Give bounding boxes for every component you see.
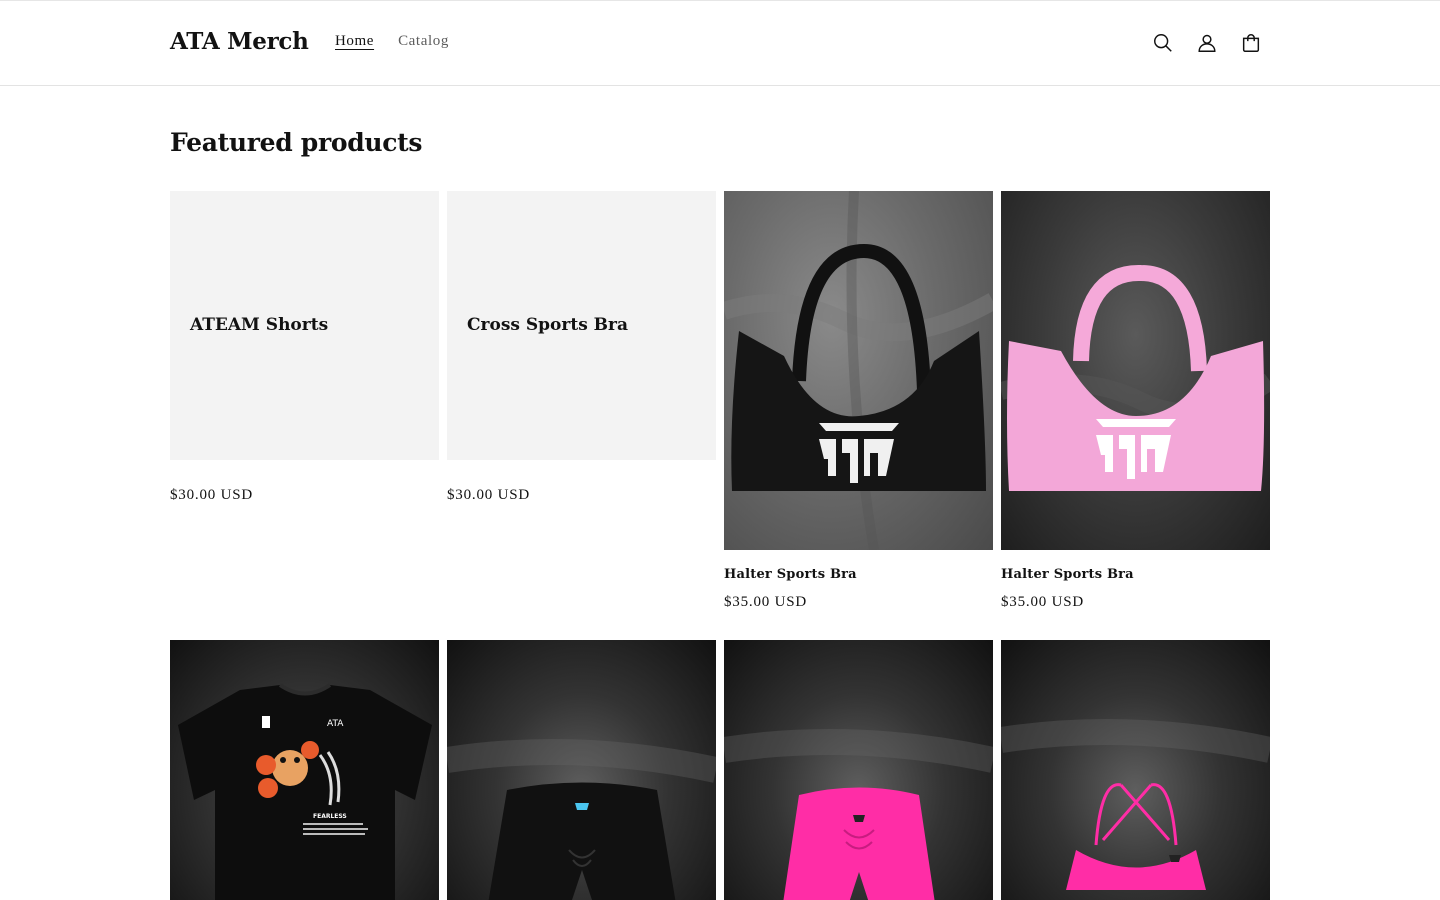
product-price: $30.00 USD — [170, 487, 254, 503]
product-price: $35.00 USD — [1001, 594, 1085, 610]
product-card[interactable]: ATA FEARLESS — [170, 640, 439, 900]
product-placeholder[interactable]: ATEAM Shorts — [170, 191, 439, 460]
pink-halter-bra-image — [1001, 265, 1270, 491]
product-grid: ATEAM Shorts $30.00 USD Cross Sports Bra… — [170, 191, 1270, 900]
black-halter-bra-image — [724, 191, 993, 550]
store-logo[interactable]: ATA Merch — [170, 28, 309, 55]
product-card[interactable] — [447, 640, 716, 900]
nav-item-home[interactable]: Home — [335, 33, 374, 50]
section-title: Featured products — [170, 128, 423, 157]
search-icon[interactable] — [1151, 30, 1175, 56]
tiger-tshirt-image: ATA FEARLESS — [178, 683, 432, 900]
header-icons — [1151, 30, 1263, 56]
nav-item-catalog[interactable]: Catalog — [398, 33, 449, 50]
product-card[interactable]: Cross Sports Bra $30.00 USD — [447, 191, 716, 640]
product-price: $30.00 USD — [447, 487, 531, 503]
main-nav: Home Catalog — [335, 33, 449, 50]
product-card[interactable] — [1001, 640, 1270, 900]
product-image[interactable] — [1001, 191, 1270, 550]
tshirt-fearless-text: FEARLESS — [313, 813, 347, 820]
black-shorts-image — [447, 739, 716, 900]
cart-icon[interactable] — [1239, 30, 1263, 56]
product-image[interactable] — [447, 640, 716, 900]
product-title[interactable]: Cross Sports Bra — [467, 315, 628, 335]
product-card[interactable]: Halter Sports Bra $35.00 USD — [1001, 191, 1270, 640]
tshirt-ata-text: ATA — [327, 719, 344, 729]
product-image[interactable] — [724, 640, 993, 900]
pink-cross-bra-image — [1001, 719, 1270, 890]
product-card[interactable]: Halter Sports Bra $35.00 USD — [724, 191, 993, 640]
product-image[interactable] — [1001, 640, 1270, 900]
product-title[interactable]: Halter Sports Bra — [724, 567, 857, 582]
product-price: $35.00 USD — [724, 594, 808, 610]
product-title[interactable]: ATEAM Shorts — [190, 315, 328, 335]
product-image[interactable]: ATA FEARLESS — [170, 640, 439, 900]
account-icon[interactable] — [1195, 30, 1219, 56]
product-image[interactable] — [724, 191, 993, 550]
product-card[interactable]: ATEAM Shorts $30.00 USD — [170, 191, 439, 640]
product-card[interactable] — [724, 640, 993, 900]
site-header: ATA Merch Home Catalog — [0, 1, 1440, 86]
product-title[interactable]: Halter Sports Bra — [1001, 567, 1134, 582]
pink-shorts-image — [724, 729, 993, 900]
product-placeholder[interactable]: Cross Sports Bra — [447, 191, 716, 460]
